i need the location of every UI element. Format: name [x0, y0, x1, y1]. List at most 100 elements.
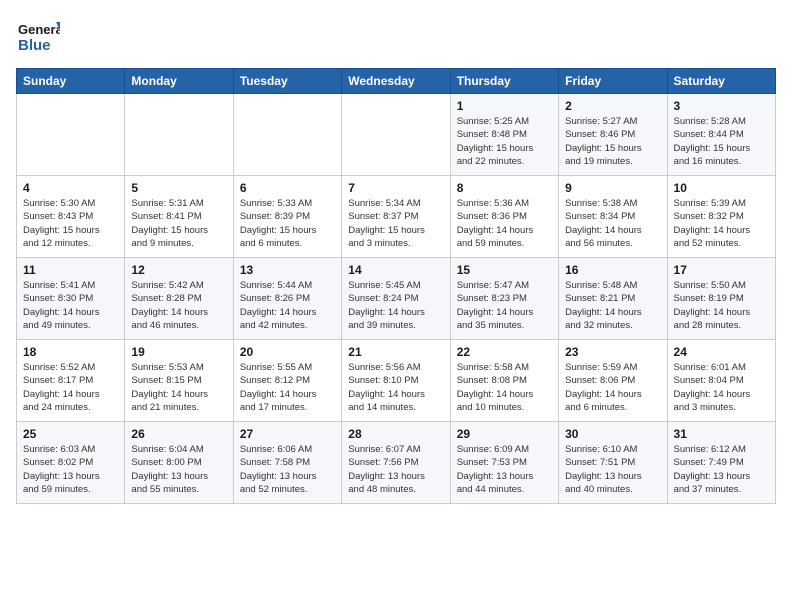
day-info: Sunrise: 5:25 AM Sunset: 8:48 PM Dayligh…	[457, 115, 552, 168]
day-number: 10	[674, 181, 769, 195]
weekday-header: Saturday	[667, 69, 775, 94]
calendar-cell	[233, 94, 341, 176]
day-info: Sunrise: 5:38 AM Sunset: 8:34 PM Dayligh…	[565, 197, 660, 250]
day-info: Sunrise: 5:30 AM Sunset: 8:43 PM Dayligh…	[23, 197, 118, 250]
day-number: 22	[457, 345, 552, 359]
day-number: 1	[457, 99, 552, 113]
calendar-cell: 23 Sunrise: 5:59 AM Sunset: 8:06 PM Dayli…	[559, 340, 667, 422]
day-number: 26	[131, 427, 226, 441]
day-info: Sunrise: 5:59 AM Sunset: 8:06 PM Dayligh…	[565, 361, 660, 414]
day-info: Sunrise: 5:28 AM Sunset: 8:44 PM Dayligh…	[674, 115, 769, 168]
calendar-cell: 6 Sunrise: 5:33 AM Sunset: 8:39 PM Daylig…	[233, 176, 341, 258]
calendar-header: SundayMondayTuesdayWednesdayThursdayFrid…	[17, 69, 776, 94]
day-number: 14	[348, 263, 443, 277]
calendar-cell: 22 Sunrise: 5:58 AM Sunset: 8:08 PM Dayli…	[450, 340, 558, 422]
day-info: Sunrise: 5:55 AM Sunset: 8:12 PM Dayligh…	[240, 361, 335, 414]
calendar-cell: 18 Sunrise: 5:52 AM Sunset: 8:17 PM Dayli…	[17, 340, 125, 422]
calendar-cell	[125, 94, 233, 176]
calendar-cell: 3Sunrise: 5:28 AM Sunset: 8:44 PM Daylig…	[667, 94, 775, 176]
calendar-cell: 14 Sunrise: 5:45 AM Sunset: 8:24 PM Dayli…	[342, 258, 450, 340]
day-info: Sunrise: 6:12 AM Sunset: 7:49 PM Dayligh…	[674, 443, 769, 496]
day-info: Sunrise: 5:33 AM Sunset: 8:39 PM Dayligh…	[240, 197, 335, 250]
day-info: Sunrise: 5:34 AM Sunset: 8:37 PM Dayligh…	[348, 197, 443, 250]
day-info: Sunrise: 5:36 AM Sunset: 8:36 PM Dayligh…	[457, 197, 552, 250]
day-number: 5	[131, 181, 226, 195]
day-number: 16	[565, 263, 660, 277]
calendar-cell	[342, 94, 450, 176]
day-number: 28	[348, 427, 443, 441]
day-info: Sunrise: 5:27 AM Sunset: 8:46 PM Dayligh…	[565, 115, 660, 168]
day-number: 24	[674, 345, 769, 359]
day-number: 20	[240, 345, 335, 359]
day-number: 23	[565, 345, 660, 359]
calendar-cell: 5 Sunrise: 5:31 AM Sunset: 8:41 PM Daylig…	[125, 176, 233, 258]
day-info: Sunrise: 6:10 AM Sunset: 7:51 PM Dayligh…	[565, 443, 660, 496]
weekday-header: Thursday	[450, 69, 558, 94]
calendar-cell: 2 Sunrise: 5:27 AM Sunset: 8:46 PM Daylig…	[559, 94, 667, 176]
day-number: 29	[457, 427, 552, 441]
calendar-cell: 11 Sunrise: 5:41 AM Sunset: 8:30 PM Dayli…	[17, 258, 125, 340]
calendar-cell: 26 Sunrise: 6:04 AM Sunset: 8:00 PM Dayli…	[125, 422, 233, 504]
day-number: 30	[565, 427, 660, 441]
calendar-cell: 9 Sunrise: 5:38 AM Sunset: 8:34 PM Daylig…	[559, 176, 667, 258]
calendar-cell: 8 Sunrise: 5:36 AM Sunset: 8:36 PM Daylig…	[450, 176, 558, 258]
calendar-cell: 21 Sunrise: 5:56 AM Sunset: 8:10 PM Dayli…	[342, 340, 450, 422]
calendar-cell: 20 Sunrise: 5:55 AM Sunset: 8:12 PM Dayli…	[233, 340, 341, 422]
calendar-cell: 4Sunrise: 5:30 AM Sunset: 8:43 PM Daylig…	[17, 176, 125, 258]
weekday-header: Monday	[125, 69, 233, 94]
day-number: 11	[23, 263, 118, 277]
day-info: Sunrise: 6:07 AM Sunset: 7:56 PM Dayligh…	[348, 443, 443, 496]
day-info: Sunrise: 5:47 AM Sunset: 8:23 PM Dayligh…	[457, 279, 552, 332]
day-number: 25	[23, 427, 118, 441]
day-info: Sunrise: 5:52 AM Sunset: 8:17 PM Dayligh…	[23, 361, 118, 414]
day-info: Sunrise: 5:45 AM Sunset: 8:24 PM Dayligh…	[348, 279, 443, 332]
day-info: Sunrise: 6:09 AM Sunset: 7:53 PM Dayligh…	[457, 443, 552, 496]
day-info: Sunrise: 5:50 AM Sunset: 8:19 PM Dayligh…	[674, 279, 769, 332]
svg-text:Blue: Blue	[18, 37, 51, 54]
calendar-cell: 15 Sunrise: 5:47 AM Sunset: 8:23 PM Dayli…	[450, 258, 558, 340]
day-number: 6	[240, 181, 335, 195]
day-number: 15	[457, 263, 552, 277]
day-info: Sunrise: 5:48 AM Sunset: 8:21 PM Dayligh…	[565, 279, 660, 332]
day-info: Sunrise: 5:31 AM Sunset: 8:41 PM Dayligh…	[131, 197, 226, 250]
day-info: Sunrise: 5:44 AM Sunset: 8:26 PM Dayligh…	[240, 279, 335, 332]
day-info: Sunrise: 5:39 AM Sunset: 8:32 PM Dayligh…	[674, 197, 769, 250]
day-info: Sunrise: 6:06 AM Sunset: 7:58 PM Dayligh…	[240, 443, 335, 496]
day-number: 17	[674, 263, 769, 277]
weekday-header: Friday	[559, 69, 667, 94]
calendar-cell: 7 Sunrise: 5:34 AM Sunset: 8:37 PM Daylig…	[342, 176, 450, 258]
calendar-table: SundayMondayTuesdayWednesdayThursdayFrid…	[16, 68, 776, 504]
day-info: Sunrise: 5:58 AM Sunset: 8:08 PM Dayligh…	[457, 361, 552, 414]
weekday-header: Sunday	[17, 69, 125, 94]
logo: General Blue	[16, 16, 60, 60]
day-number: 8	[457, 181, 552, 195]
calendar-cell: 17 Sunrise: 5:50 AM Sunset: 8:19 PM Dayli…	[667, 258, 775, 340]
calendar-cell: 12 Sunrise: 5:42 AM Sunset: 8:28 PM Dayli…	[125, 258, 233, 340]
calendar-cell: 16 Sunrise: 5:48 AM Sunset: 8:21 PM Dayli…	[559, 258, 667, 340]
day-info: Sunrise: 5:41 AM Sunset: 8:30 PM Dayligh…	[23, 279, 118, 332]
calendar-cell	[17, 94, 125, 176]
calendar-cell: 19 Sunrise: 5:53 AM Sunset: 8:15 PM Dayli…	[125, 340, 233, 422]
day-info: Sunrise: 6:01 AM Sunset: 8:04 PM Dayligh…	[674, 361, 769, 414]
day-number: 13	[240, 263, 335, 277]
day-number: 12	[131, 263, 226, 277]
calendar-cell: 25 Sunrise: 6:03 AM Sunset: 8:02 PM Dayli…	[17, 422, 125, 504]
day-number: 21	[348, 345, 443, 359]
day-number: 7	[348, 181, 443, 195]
day-info: Sunrise: 5:42 AM Sunset: 8:28 PM Dayligh…	[131, 279, 226, 332]
calendar-cell: 13 Sunrise: 5:44 AM Sunset: 8:26 PM Dayli…	[233, 258, 341, 340]
weekday-header: Wednesday	[342, 69, 450, 94]
weekday-header: Tuesday	[233, 69, 341, 94]
calendar-cell: 28 Sunrise: 6:07 AM Sunset: 7:56 PM Dayli…	[342, 422, 450, 504]
day-info: Sunrise: 6:03 AM Sunset: 8:02 PM Dayligh…	[23, 443, 118, 496]
day-number: 2	[565, 99, 660, 113]
day-number: 18	[23, 345, 118, 359]
day-info: Sunrise: 5:56 AM Sunset: 8:10 PM Dayligh…	[348, 361, 443, 414]
day-info: Sunrise: 6:04 AM Sunset: 8:00 PM Dayligh…	[131, 443, 226, 496]
calendar-cell: 31Sunrise: 6:12 AM Sunset: 7:49 PM Dayli…	[667, 422, 775, 504]
day-number: 9	[565, 181, 660, 195]
day-info: Sunrise: 5:53 AM Sunset: 8:15 PM Dayligh…	[131, 361, 226, 414]
calendar-cell: 1 Sunrise: 5:25 AM Sunset: 8:48 PM Daylig…	[450, 94, 558, 176]
page-header: General Blue	[16, 16, 776, 60]
day-number: 19	[131, 345, 226, 359]
